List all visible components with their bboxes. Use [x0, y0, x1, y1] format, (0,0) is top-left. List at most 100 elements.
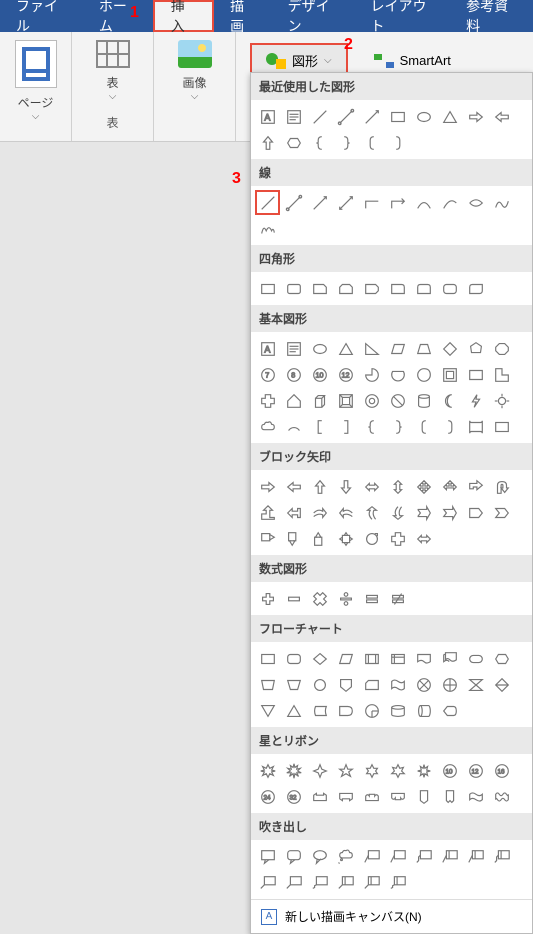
shape-tri[interactable] — [333, 336, 358, 361]
shape-ribD2[interactable] — [385, 784, 410, 809]
shape-pent[interactable] — [463, 500, 488, 525]
shape-arr3[interactable] — [437, 474, 462, 499]
shape-snipD[interactable] — [359, 276, 384, 301]
shape-free[interactable] — [489, 190, 514, 215]
shape-b1[interactable] — [489, 414, 514, 439]
shape-plaque[interactable] — [463, 414, 488, 439]
tab-home[interactable]: ホーム — [83, 0, 153, 32]
shape-curvU[interactable] — [359, 500, 384, 525]
shape-fcData[interactable] — [333, 646, 358, 671]
shape-coRR[interactable] — [281, 844, 306, 869]
shape-coL1b[interactable] — [255, 870, 280, 895]
shape-uturn[interactable] — [489, 474, 514, 499]
shape-curv2[interactable] — [437, 190, 462, 215]
shape-lineR[interactable] — [307, 190, 332, 215]
shape-brkR[interactable] — [333, 414, 358, 439]
shape-exp2[interactable] — [281, 758, 306, 783]
shape-dia[interactable] — [437, 336, 462, 361]
shape-cloud[interactable] — [255, 414, 280, 439]
shape-st12[interactable]: 12 — [463, 758, 488, 783]
shape-ribV2[interactable] — [437, 784, 462, 809]
shape-ribU2[interactable] — [359, 784, 384, 809]
shape-eqEq[interactable] — [359, 586, 384, 611]
shape-fcColl[interactable] — [463, 672, 488, 697]
shape-fcDelay[interactable] — [333, 698, 358, 723]
shape-curvR[interactable] — [307, 500, 332, 525]
shape-line[interactable] — [255, 190, 280, 215]
shape-txt[interactable]: A — [255, 336, 280, 361]
shape-coL1a[interactable] — [437, 844, 462, 869]
shape-fcMag[interactable] — [385, 698, 410, 723]
shape-chev[interactable] — [489, 500, 514, 525]
tab-layout[interactable]: レイアウト — [354, 0, 450, 32]
shape-roundD[interactable] — [437, 276, 462, 301]
shape-line2[interactable] — [281, 190, 306, 215]
shape-fcMan[interactable] — [255, 672, 280, 697]
shape-pie[interactable] — [359, 362, 384, 387]
shape-coL1c[interactable] — [333, 870, 358, 895]
shape-line[interactable] — [307, 104, 332, 129]
shape-n7[interactable]: 7 — [255, 362, 280, 387]
shape-oct[interactable] — [489, 336, 514, 361]
shape-coO[interactable] — [307, 844, 332, 869]
shape-diag[interactable] — [281, 388, 306, 413]
shape-arrLR[interactable] — [359, 474, 384, 499]
tab-insert[interactable]: 挿入 — [153, 0, 214, 32]
shape-arrL[interactable] — [281, 474, 306, 499]
shape-rect[interactable] — [255, 276, 280, 301]
shape-fcSum[interactable] — [411, 672, 436, 697]
new-canvas[interactable]: A 新しい描画キャンバス(N) — [251, 899, 532, 933]
smartart-button[interactable]: SmartArt — [364, 47, 461, 74]
shape-fcConn[interactable] — [307, 672, 332, 697]
shape-brL[interactable] — [359, 414, 384, 439]
shape-rect[interactable] — [385, 104, 410, 129]
shape-sun[interactable] — [489, 388, 514, 413]
shape-txt2[interactable] — [281, 336, 306, 361]
shape-arrU[interactable] — [255, 130, 280, 155]
shape-bevel[interactable] — [333, 388, 358, 413]
shape-moon[interactable] — [437, 388, 462, 413]
shape-fcManOp[interactable] — [281, 672, 306, 697]
shape-cbR[interactable] — [385, 130, 410, 155]
shape-no[interactable] — [385, 388, 410, 413]
tab-file[interactable]: ファイル — [0, 0, 83, 32]
shape-callR[interactable] — [255, 526, 280, 551]
shape-arrU[interactable] — [307, 474, 332, 499]
shape-st7[interactable] — [385, 758, 410, 783]
shape-eqMult[interactable] — [307, 586, 332, 611]
shape-tri[interactable] — [437, 104, 462, 129]
shape-st4[interactable] — [307, 758, 332, 783]
shape-n12[interactable]: 12 — [333, 362, 358, 387]
shape-coCl[interactable] — [333, 844, 358, 869]
shape-wave2[interactable] — [489, 784, 514, 809]
shape-txt2[interactable] — [281, 104, 306, 129]
shape-coL1[interactable] — [359, 844, 384, 869]
shape-cbR[interactable] — [437, 414, 462, 439]
shape-coL3a[interactable] — [489, 844, 514, 869]
shape-plus[interactable] — [255, 388, 280, 413]
shape-eqPlus[interactable] — [255, 586, 280, 611]
shape-fcTape[interactable] — [385, 672, 410, 697]
shape-cbL[interactable] — [411, 414, 436, 439]
shape-brR[interactable] — [333, 130, 358, 155]
shape-brL[interactable] — [307, 130, 332, 155]
shape-eqNeq[interactable] — [385, 586, 410, 611]
shape-coL3[interactable] — [411, 844, 436, 869]
shape-coL3c[interactable] — [385, 870, 410, 895]
shape-fcTerm[interactable] — [463, 646, 488, 671]
shape-cbL[interactable] — [359, 130, 384, 155]
shape-fcInt[interactable] — [385, 646, 410, 671]
shape-fcMerge[interactable] — [281, 698, 306, 723]
shape-elbw[interactable] — [359, 190, 384, 215]
ribbon-group-image[interactable]: 画像 ⌵ — [154, 32, 236, 141]
shape-hep[interactable] — [463, 336, 488, 361]
shape-plus2[interactable] — [385, 526, 410, 551]
shape-fcDisp[interactable] — [437, 698, 462, 723]
shape-arrD[interactable] — [333, 474, 358, 499]
shape-lshape[interactable] — [489, 362, 514, 387]
shape-bolt[interactable] — [463, 388, 488, 413]
shape-circ[interactable] — [359, 526, 384, 551]
shape-arrUD[interactable] — [385, 474, 410, 499]
shape-curvD[interactable] — [385, 500, 410, 525]
shape-arrR[interactable] — [255, 474, 280, 499]
